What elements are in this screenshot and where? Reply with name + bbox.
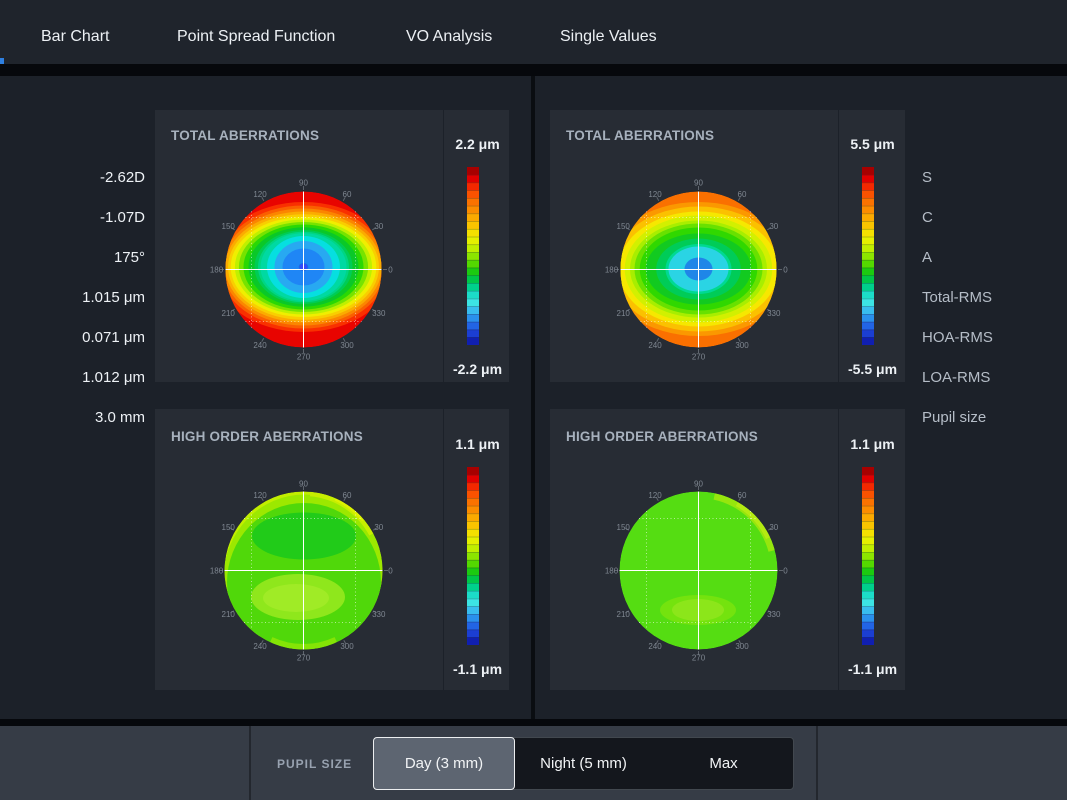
svg-text:330: 330	[372, 610, 386, 619]
svg-text:180: 180	[605, 266, 619, 275]
svg-text:210: 210	[617, 610, 631, 619]
svg-text:330: 330	[767, 610, 781, 619]
svg-text:300: 300	[340, 341, 354, 350]
svg-text:150: 150	[222, 523, 236, 532]
svg-text:270: 270	[692, 353, 706, 362]
svg-text:30: 30	[769, 523, 778, 532]
svg-text:120: 120	[253, 190, 267, 199]
svg-text:30: 30	[769, 222, 778, 231]
svg-text:150: 150	[222, 222, 236, 231]
svg-text:300: 300	[340, 642, 354, 651]
svg-text:210: 210	[222, 309, 236, 318]
svg-text:90: 90	[299, 480, 308, 489]
svg-text:30: 30	[374, 222, 383, 231]
svg-text:60: 60	[738, 190, 747, 199]
svg-text:330: 330	[372, 309, 386, 318]
svg-text:180: 180	[605, 567, 619, 576]
svg-text:0: 0	[388, 266, 393, 275]
svg-text:300: 300	[735, 642, 749, 651]
svg-text:90: 90	[694, 480, 703, 489]
svg-text:90: 90	[299, 179, 308, 188]
svg-text:270: 270	[297, 654, 311, 663]
svg-text:60: 60	[343, 190, 352, 199]
svg-text:180: 180	[210, 266, 224, 275]
svg-text:90: 90	[694, 179, 703, 188]
svg-text:120: 120	[253, 491, 267, 500]
svg-text:240: 240	[253, 642, 267, 651]
svg-text:60: 60	[343, 491, 352, 500]
svg-text:150: 150	[617, 222, 631, 231]
svg-text:0: 0	[388, 567, 393, 576]
svg-text:210: 210	[617, 309, 631, 318]
svg-text:120: 120	[648, 190, 662, 199]
svg-text:240: 240	[648, 341, 662, 350]
svg-text:240: 240	[253, 341, 267, 350]
svg-text:300: 300	[735, 341, 749, 350]
svg-text:60: 60	[738, 491, 747, 500]
svg-text:270: 270	[297, 353, 311, 362]
svg-text:0: 0	[783, 266, 788, 275]
svg-text:270: 270	[692, 654, 706, 663]
svg-text:150: 150	[617, 523, 631, 532]
svg-text:240: 240	[648, 642, 662, 651]
svg-text:0: 0	[783, 567, 788, 576]
svg-text:120: 120	[648, 491, 662, 500]
svg-text:210: 210	[222, 610, 236, 619]
svg-text:30: 30	[374, 523, 383, 532]
svg-text:180: 180	[210, 567, 224, 576]
svg-text:330: 330	[767, 309, 781, 318]
